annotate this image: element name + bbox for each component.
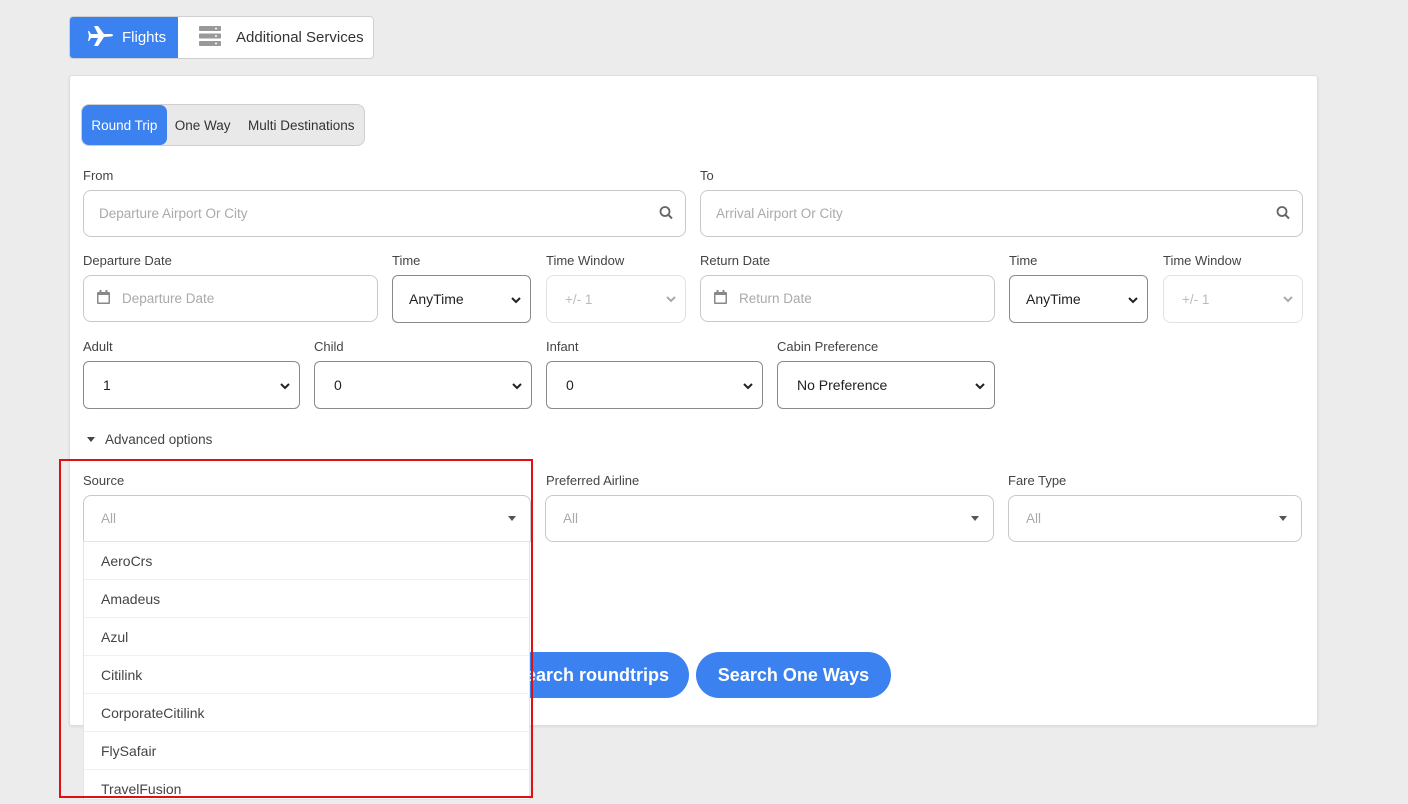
departure-time-value: AnyTime [409,291,464,307]
departure-window-value: +/- 1 [565,291,593,307]
advanced-options-toggle[interactable]: Advanced options [86,432,212,447]
service-tabs: Flights Additional Services [69,16,374,59]
chevron-down-icon [1282,293,1294,305]
return-date-placeholder: Return Date [739,291,812,306]
infant-select[interactable]: 0 [546,361,763,409]
to-placeholder: Arrival Airport Or City [716,206,843,221]
trip-type-toggle: Round Trip One Way Multi Destinations [81,104,365,146]
departure-date-label: Departure Date [83,253,172,268]
preferred-airline-select[interactable]: All [545,495,994,542]
child-value: 0 [334,377,342,393]
to-label: To [700,168,714,183]
trip-multi-destinations-button[interactable]: Multi Destinations [238,105,364,145]
from-label: From [83,168,114,183]
caret-down-icon [1279,515,1287,521]
chevron-down-icon [742,379,754,391]
return-window-select[interactable]: +/- 1 [1163,275,1303,323]
adult-label: Adult [83,339,113,354]
cabin-select[interactable]: No Preference [777,361,995,409]
return-date-label: Return Date [700,253,771,268]
search-icon [1276,205,1290,222]
departure-time-select[interactable]: AnyTime [392,275,531,323]
preferred-airline-label: Preferred Airline [546,473,640,488]
tab-additional-services[interactable]: Additional Services [178,17,373,58]
departure-window-select[interactable]: +/- 1 [546,275,686,323]
departure-date-input[interactable]: Departure Date [83,275,378,322]
return-time-select[interactable]: AnyTime [1009,275,1148,323]
chevron-down-icon [1127,293,1139,305]
child-select[interactable]: 0 [314,361,532,409]
from-placeholder: Departure Airport Or City [99,206,248,221]
chevron-down-icon [279,379,291,391]
calendar-icon [97,290,110,307]
from-input[interactable]: Departure Airport Or City [83,190,686,237]
tab-flights-label: Flights [122,29,167,46]
chevron-down-icon [511,379,523,391]
return-time-value: AnyTime [1026,291,1081,307]
cabin-label: Cabin Preference [777,339,879,354]
calendar-icon [714,290,727,307]
trip-round-trip-button[interactable]: Round Trip [82,105,167,145]
return-date-input[interactable]: Return Date [700,275,995,322]
advanced-options-label: Advanced options [105,432,213,447]
tab-flights[interactable]: Flights [70,17,178,58]
to-input[interactable]: Arrival Airport Or City [700,190,1303,237]
departure-window-label: Time Window [546,253,625,268]
search-one-ways-button[interactable]: Search One Ways [696,652,891,698]
adult-select[interactable]: 1 [83,361,300,409]
adult-value: 1 [103,377,111,393]
preferred-airline-value: All [563,511,579,526]
highlight-box [59,459,533,798]
infant-value: 0 [566,377,574,393]
search-icon [659,205,673,222]
departure-time-label: Time [392,253,421,268]
return-window-label: Time Window [1163,253,1242,268]
return-time-label: Time [1009,253,1038,268]
fare-type-select[interactable]: All [1008,495,1302,542]
return-window-value: +/- 1 [1182,291,1210,307]
caret-down-icon [86,432,96,447]
chevron-down-icon [974,379,986,391]
chevron-down-icon [665,293,677,305]
fare-type-label: Fare Type [1008,473,1067,488]
trip-one-way-button[interactable]: One Way [167,105,239,145]
airplane-icon [88,25,114,51]
infant-label: Infant [546,339,579,354]
caret-down-icon [971,515,979,521]
departure-date-placeholder: Departure Date [122,291,215,306]
chevron-down-icon [510,293,522,305]
tab-services-label: Additional Services [236,29,364,46]
cabin-value: No Preference [797,377,888,393]
fare-type-value: All [1026,511,1042,526]
child-label: Child [314,339,344,354]
server-icon [198,25,222,51]
